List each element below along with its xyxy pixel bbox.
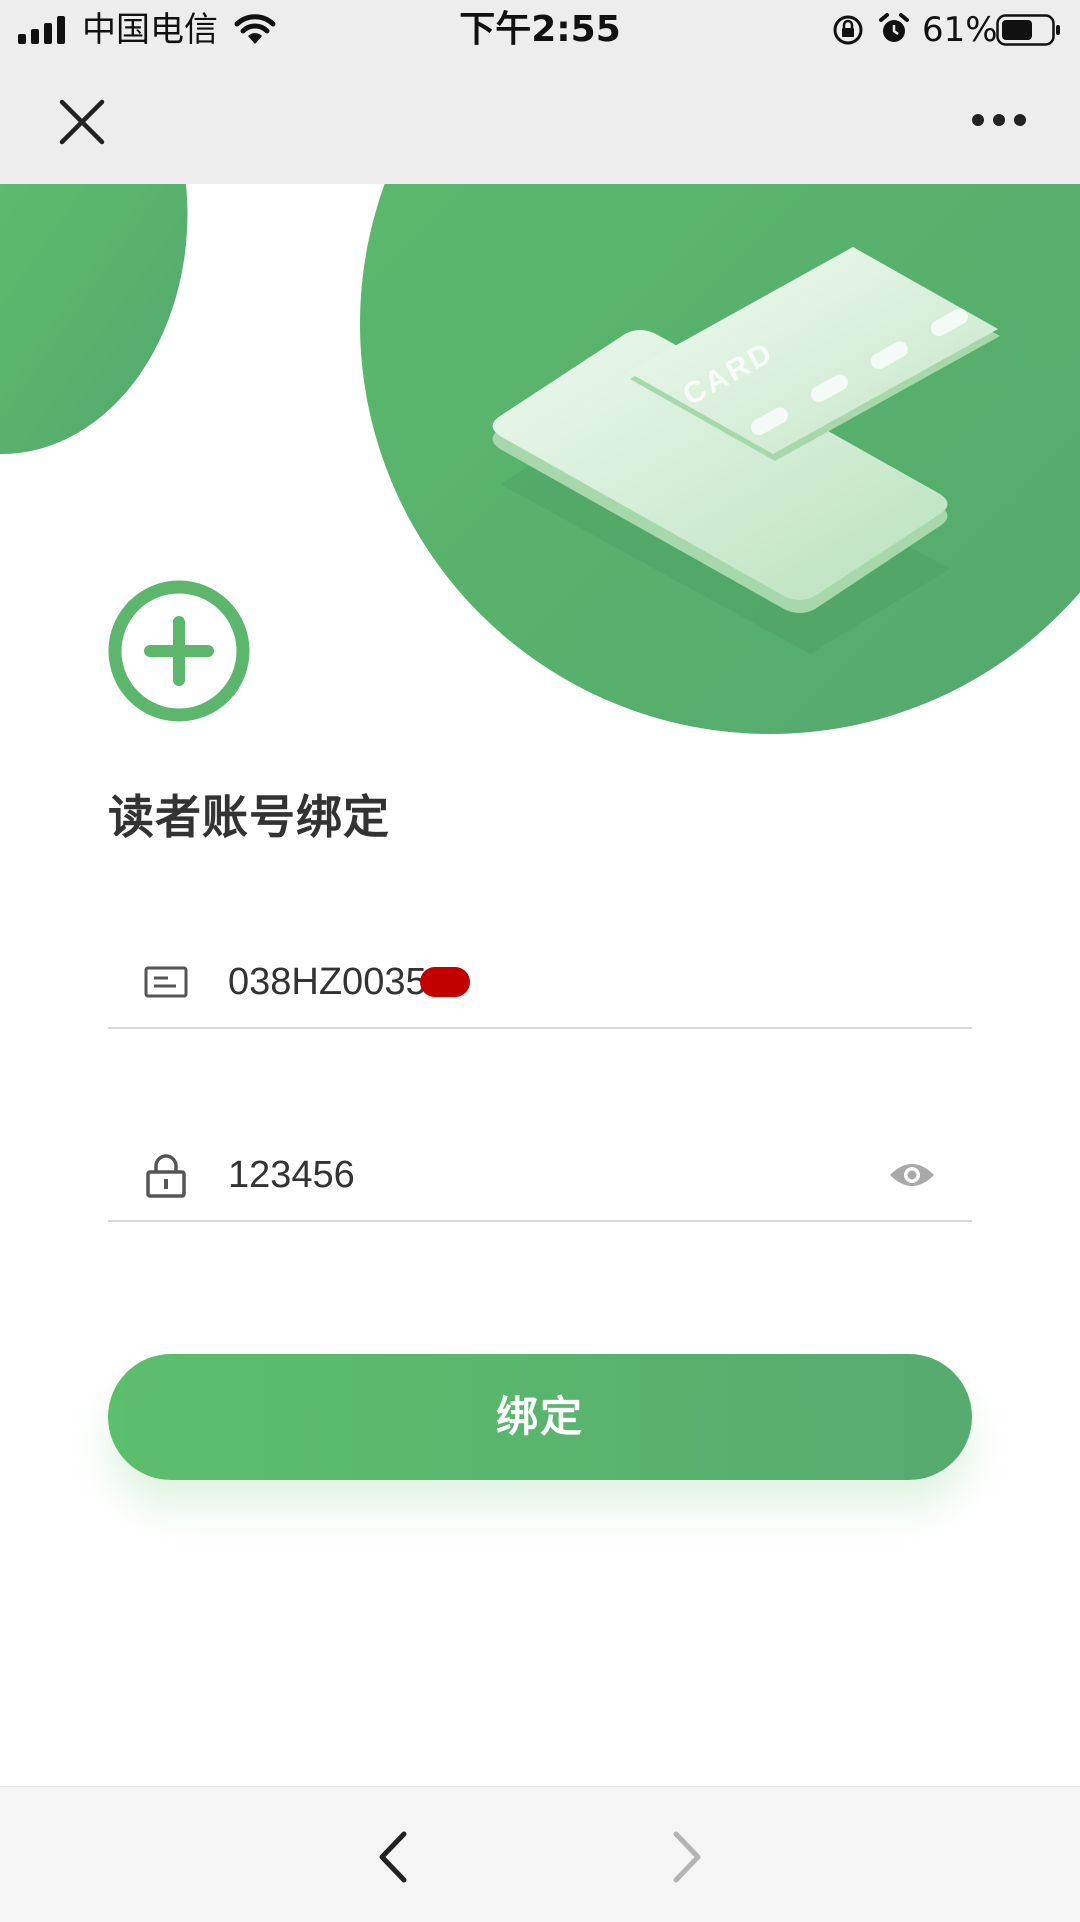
password-input[interactable]: 123456 <box>228 1130 355 1220</box>
redaction-mark <box>420 967 470 997</box>
id-card-icon <box>144 966 188 998</box>
back-icon[interactable] <box>378 1831 408 1883</box>
battery-icon <box>996 14 1060 46</box>
lock-icon <box>146 1154 186 1198</box>
nav-bar <box>0 60 1080 184</box>
rotation-lock-icon <box>833 15 863 45</box>
alarm-icon <box>879 13 909 42</box>
status-bar: 中国电信 下午2:55 61% <box>0 0 1080 60</box>
battery-percentage: 61% <box>922 10 998 50</box>
account-input[interactable]: 038HZ0035 <box>228 937 427 1027</box>
close-icon[interactable] <box>58 98 106 146</box>
bottom-nav-bar <box>0 1786 1080 1922</box>
add-circle-icon <box>108 580 250 722</box>
bind-button[interactable]: 绑定 <box>108 1354 972 1480</box>
status-time: 下午2:55 <box>459 9 621 50</box>
account-field[interactable]: 038HZ0035 <box>108 937 972 1029</box>
page-title: 读者账号绑定 <box>108 790 390 844</box>
password-field[interactable]: 123456 <box>108 1130 972 1222</box>
more-icon[interactable] <box>970 112 1028 128</box>
decor-circle-left <box>0 184 188 455</box>
eye-icon[interactable] <box>888 1161 936 1189</box>
forward-icon[interactable] <box>672 1831 702 1883</box>
